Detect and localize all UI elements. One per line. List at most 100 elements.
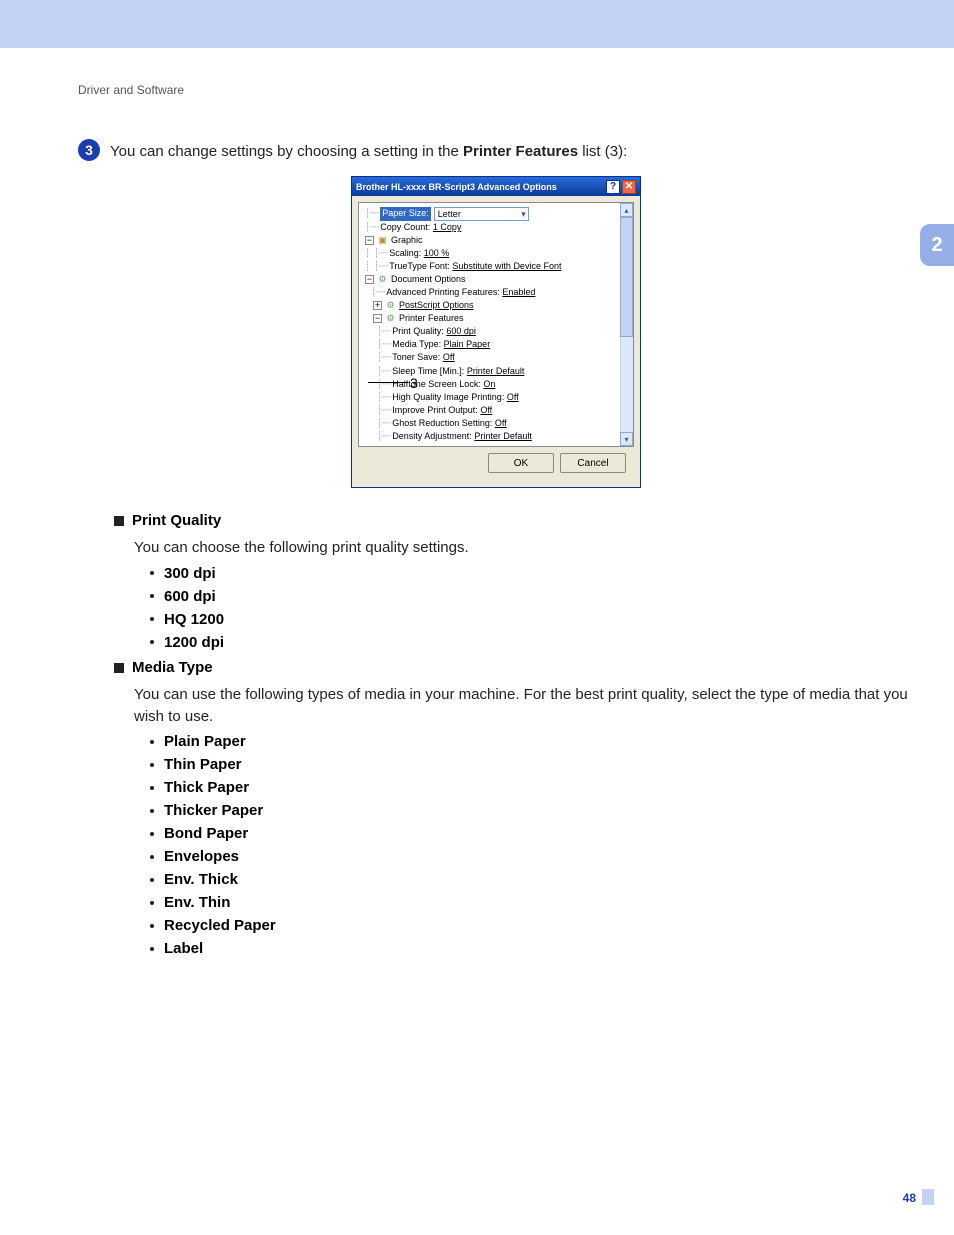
- print-quality-value[interactable]: 600 dpi: [446, 325, 476, 338]
- copy-count-value[interactable]: 1 Copy: [433, 221, 462, 234]
- dialog-button-row: OK Cancel: [358, 447, 634, 481]
- bullet-icon: [150, 924, 154, 928]
- bullet-icon: [150, 640, 154, 644]
- expand-icon[interactable]: +: [373, 301, 382, 310]
- document-options-icon: ⚙: [377, 274, 388, 285]
- print-quality-list: 300 dpi 600 dpi HQ 1200 1200 dpi: [150, 565, 914, 651]
- step-number-badge: 3: [78, 139, 100, 161]
- bullet-icon: [150, 594, 154, 598]
- list-item: Bond Paper: [150, 825, 914, 842]
- options-tree: ┊┈┈Paper Size:Letter ┊┈┈Copy Count: 1 Co…: [359, 203, 633, 447]
- scaling-label: Scaling:: [389, 247, 421, 260]
- collapse-icon[interactable]: −: [373, 314, 382, 323]
- graphic-node[interactable]: Graphic: [391, 234, 423, 247]
- bullet-icon: [150, 740, 154, 744]
- paper-size-label[interactable]: Paper Size:: [380, 207, 431, 220]
- copy-count-label: Copy Count:: [380, 221, 430, 234]
- callout-number: 3: [410, 375, 418, 391]
- sleep-time-label: Sleep Time [Min.]:: [392, 365, 464, 378]
- step-3: 3 You can change settings by choosing a …: [78, 139, 914, 162]
- postscript-icon: ⚙: [385, 300, 396, 311]
- callout-line: [368, 382, 408, 383]
- list-item: Env. Thin: [150, 894, 914, 911]
- bullet-icon: [150, 947, 154, 951]
- list-item: Thick Paper: [150, 779, 914, 796]
- page-content: Driver and Software 3 You can change set…: [0, 48, 954, 957]
- improve-output-value[interactable]: Off: [480, 404, 492, 417]
- step-text-bold: Printer Features: [463, 143, 578, 160]
- chapter-tab: 2: [920, 224, 954, 266]
- list-item: 600 dpi: [150, 588, 914, 605]
- bullet-icon: [150, 809, 154, 813]
- density-value[interactable]: Printer Default: [474, 430, 532, 443]
- halftone-label: Halftone Screen Lock:: [392, 378, 481, 391]
- step-text-pre: You can change settings by choosing a se…: [110, 143, 463, 160]
- density-label: Density Adjustment:: [392, 430, 472, 443]
- improve-output-label: Improve Print Output:: [392, 404, 478, 417]
- collapse-icon[interactable]: −: [365, 236, 374, 245]
- list-item: Envelopes: [150, 848, 914, 865]
- bullet-icon: [150, 786, 154, 790]
- truetype-label: TrueType Font:: [389, 260, 450, 273]
- media-type-label: Media Type:: [392, 338, 441, 351]
- dialog-body: ┊┈┈Paper Size:Letter ┊┈┈Copy Count: 1 Co…: [352, 196, 640, 487]
- hq-image-value[interactable]: Off: [507, 391, 519, 404]
- list-item: Recycled Paper: [150, 917, 914, 934]
- dialog-titlebar: Brother HL-xxxx BR-Script3 Advanced Opti…: [352, 177, 640, 196]
- printer-features-node[interactable]: Printer Features: [399, 312, 464, 325]
- square-bullet-icon: [114, 663, 124, 673]
- scrollbar-thumb[interactable]: [620, 217, 633, 337]
- graphic-icon: ▣: [377, 235, 388, 246]
- dialog-title: Brother HL-xxxx BR-Script3 Advanced Opti…: [356, 182, 557, 192]
- ok-button[interactable]: OK: [488, 453, 554, 473]
- media-type-intro: You can use the following types of media…: [134, 684, 914, 728]
- list-item: Env. Thick: [150, 871, 914, 888]
- collapse-icon[interactable]: −: [365, 275, 374, 284]
- list-item: 300 dpi: [150, 565, 914, 582]
- step-text-post: list (3):: [578, 143, 627, 160]
- page-number-accent: [922, 1189, 934, 1205]
- scroll-up-icon[interactable]: ▴: [620, 203, 633, 217]
- apf-value[interactable]: Enabled: [502, 286, 535, 299]
- bullet-icon: [150, 571, 154, 575]
- toner-save-value[interactable]: Off: [443, 351, 455, 364]
- bullet-icon: [150, 901, 154, 905]
- print-quality-section: Print Quality You can choose the followi…: [114, 512, 914, 651]
- truetype-value[interactable]: Substitute with Device Font: [452, 260, 561, 273]
- bullet-icon: [150, 832, 154, 836]
- advanced-options-dialog: Brother HL-xxxx BR-Script3 Advanced Opti…: [351, 176, 641, 488]
- list-item: 1200 dpi: [150, 634, 914, 651]
- postscript-node[interactable]: PostScript Options: [399, 299, 474, 312]
- document-options-node[interactable]: Document Options: [391, 273, 466, 286]
- sleep-time-value[interactable]: Printer Default: [467, 365, 525, 378]
- toner-save-label: Toner Save:: [392, 351, 440, 364]
- cancel-button[interactable]: Cancel: [560, 453, 626, 473]
- help-icon[interactable]: ?: [606, 180, 620, 194]
- ghost-reduction-label: Ghost Reduction Setting:: [392, 417, 492, 430]
- bullet-icon: [150, 855, 154, 859]
- list-item: Label: [150, 940, 914, 957]
- breadcrumb: Driver and Software: [78, 83, 914, 97]
- print-quality-heading: Print Quality: [132, 512, 221, 529]
- media-type-value[interactable]: Plain Paper: [444, 338, 491, 351]
- apf-label: Advanced Printing Features:: [386, 286, 500, 299]
- hq-image-label: High Quality Image Printing:: [392, 391, 504, 404]
- scaling-value[interactable]: 100 %: [424, 247, 450, 260]
- media-type-list: Plain Paper Thin Paper Thick Paper Thick…: [150, 733, 914, 957]
- dialog-figure: Brother HL-xxxx BR-Script3 Advanced Opti…: [78, 176, 914, 488]
- close-icon[interactable]: ✕: [622, 180, 636, 194]
- page-number: 48: [903, 1191, 916, 1205]
- list-item: Thicker Paper: [150, 802, 914, 819]
- scrollbar-track[interactable]: ▴ ▾: [620, 203, 633, 446]
- media-type-heading: Media Type: [132, 659, 213, 676]
- halftone-value[interactable]: On: [483, 378, 495, 391]
- step-text: You can change settings by choosing a se…: [110, 139, 627, 162]
- bullet-icon: [150, 763, 154, 767]
- paper-size-dropdown[interactable]: Letter: [434, 207, 529, 221]
- bullet-icon: [150, 878, 154, 882]
- ghost-reduction-value[interactable]: Off: [495, 417, 507, 430]
- top-bar: [0, 0, 954, 48]
- list-item: HQ 1200: [150, 611, 914, 628]
- scroll-down-icon[interactable]: ▾: [620, 432, 633, 446]
- print-quality-intro: You can choose the following print quali…: [134, 537, 914, 559]
